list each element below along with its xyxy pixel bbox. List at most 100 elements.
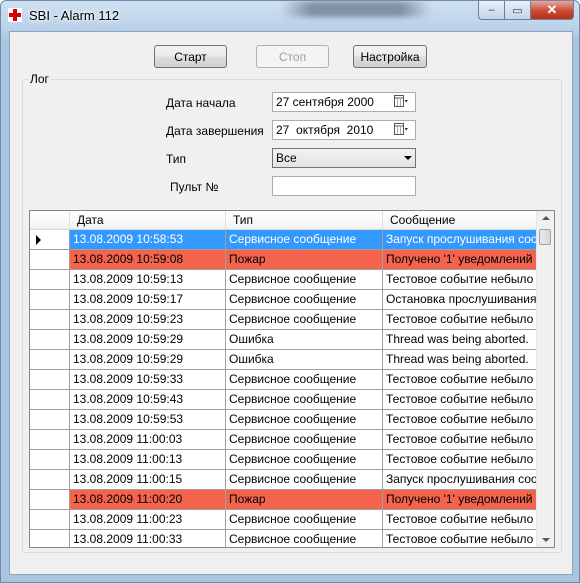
cell-type[interactable]: Ошибка — [226, 350, 383, 370]
calendar-dropdown-icon[interactable] — [390, 95, 412, 108]
row-header[interactable] — [30, 330, 70, 350]
table-row[interactable]: 13.08.2009 11:00:15 Сервисное сообщение За… — [30, 470, 537, 490]
cell-message[interactable]: Получено '1' уведомлений — [383, 490, 537, 510]
table-row[interactable]: 13.08.2009 11:00:23 Сервисное сообщение Те… — [30, 510, 537, 530]
cell-date[interactable]: 13.08.2009 11:00:13 — [70, 450, 226, 470]
scroll-up-icon[interactable] — [542, 216, 550, 220]
column-header-date[interactable]: Дата — [70, 211, 226, 229]
log-data-grid[interactable]: Дата Тип Сообщение 13.08.2009 10:58:53 Се… — [29, 210, 555, 548]
row-header[interactable] — [30, 290, 70, 310]
cell-message[interactable]: Тестовое событие небыло ... — [383, 430, 537, 450]
table-row[interactable]: 13.08.2009 10:59:29 Ошибка Thread was bein… — [30, 350, 537, 370]
cell-date[interactable]: 13.08.2009 11:00:33 — [70, 530, 226, 547]
column-header-message[interactable]: Сообщение — [383, 211, 537, 229]
table-row[interactable]: 13.08.2009 10:59:13 Сервисное сообщение Те… — [30, 270, 537, 290]
calendar-dropdown-icon[interactable] — [390, 123, 412, 136]
start-button[interactable]: Старт — [154, 45, 227, 68]
cell-date[interactable]: 13.08.2009 10:59:23 — [70, 310, 226, 330]
cell-type[interactable]: Сервисное сообщение — [226, 470, 383, 490]
cell-type[interactable]: Сервисное сообщение — [226, 530, 383, 547]
cell-message[interactable]: Thread was being aborted. — [383, 350, 537, 370]
row-header[interactable] — [30, 530, 70, 547]
row-header[interactable] — [30, 490, 70, 510]
title-bar[interactable]: SBI - Alarm 112 – ▭ ✕ — [1, 1, 579, 31]
cell-type[interactable]: Сервисное сообщение — [226, 290, 383, 310]
cell-date[interactable]: 13.08.2009 10:59:33 — [70, 370, 226, 390]
vertical-scrollbar[interactable] — [536, 211, 554, 547]
settings-button[interactable]: Настройка — [353, 45, 427, 68]
cell-date[interactable]: 13.08.2009 11:00:03 — [70, 430, 226, 450]
cell-date[interactable]: 13.08.2009 11:00:15 — [70, 470, 226, 490]
row-header[interactable] — [30, 450, 70, 470]
row-header[interactable] — [30, 270, 70, 290]
cell-message[interactable]: Запуск прослушивания соо... — [383, 230, 537, 250]
cell-type[interactable]: Сервисное сообщение — [226, 310, 383, 330]
row-header[interactable] — [30, 250, 70, 270]
row-header[interactable] — [30, 390, 70, 410]
cell-type[interactable]: Пожар — [226, 490, 383, 510]
row-header[interactable] — [30, 430, 70, 450]
row-header[interactable] — [30, 310, 70, 330]
cell-date[interactable]: 13.08.2009 11:00:20 — [70, 490, 226, 510]
cell-date[interactable]: 13.08.2009 10:59:08 — [70, 250, 226, 270]
stop-button[interactable]: Стоп — [256, 45, 329, 68]
cell-message[interactable]: Тестовое событие небыло ... — [383, 390, 537, 410]
table-row[interactable]: 13.08.2009 10:58:53 Сервисное сообщение За… — [30, 230, 537, 250]
row-header[interactable] — [30, 230, 70, 250]
cell-date[interactable]: 13.08.2009 10:58:53 — [70, 230, 226, 250]
cell-type[interactable]: Пожар — [226, 250, 383, 270]
maximize-button[interactable]: ▭ — [505, 1, 531, 20]
cell-message[interactable]: Тестовое событие небыло ... — [383, 530, 537, 547]
table-row[interactable]: 13.08.2009 10:59:53 Сервисное сообщение Те… — [30, 410, 537, 430]
row-header[interactable] — [30, 410, 70, 430]
cell-message[interactable]: Thread was being aborted. — [383, 330, 537, 350]
table-row[interactable]: 13.08.2009 10:59:08 Пожар Получено '1' уве… — [30, 250, 537, 270]
scroll-down-icon[interactable] — [542, 538, 550, 542]
row-header[interactable] — [30, 350, 70, 370]
minimize-button[interactable]: – — [478, 1, 505, 20]
cell-date[interactable]: 13.08.2009 10:59:13 — [70, 270, 226, 290]
cell-type[interactable]: Сервисное сообщение — [226, 370, 383, 390]
cell-type[interactable]: Сервисное сообщение — [226, 270, 383, 290]
cell-type[interactable]: Сервисное сообщение — [226, 510, 383, 530]
table-row[interactable]: 13.08.2009 10:59:17 Сервисное сообщение Ос… — [30, 290, 537, 310]
cell-message[interactable]: Получено '1' уведомлений — [383, 250, 537, 270]
end-date-picker[interactable]: 27 октября 2010 — [272, 120, 416, 140]
pult-number-input[interactable] — [272, 176, 416, 196]
cell-date[interactable]: 13.08.2009 10:59:29 — [70, 350, 226, 370]
row-header[interactable] — [30, 510, 70, 530]
type-select[interactable]: Все — [272, 148, 416, 168]
table-row[interactable]: 13.08.2009 10:59:23 Сервисное сообщение Те… — [30, 310, 537, 330]
start-date-picker[interactable]: 27 сентября 2000 — [272, 92, 416, 112]
cell-message[interactable]: Запуск прослушивания соо... — [383, 470, 537, 490]
table-row[interactable]: 13.08.2009 10:59:43 Сервисное сообщение Те… — [30, 390, 537, 410]
cell-message[interactable]: Тестовое событие небыло ... — [383, 450, 537, 470]
table-row[interactable]: 13.08.2009 11:00:33 Сервисное сообщение Те… — [30, 530, 537, 547]
cell-date[interactable]: 13.08.2009 10:59:29 — [70, 330, 226, 350]
scrollbar-thumb[interactable] — [539, 229, 551, 245]
close-button[interactable]: ✕ — [531, 1, 574, 20]
table-row[interactable]: 13.08.2009 11:00:03 Сервисное сообщение Те… — [30, 430, 537, 450]
cell-date[interactable]: 13.08.2009 10:59:17 — [70, 290, 226, 310]
cell-message[interactable]: Тестовое событие небыло ... — [383, 270, 537, 290]
cell-type[interactable]: Сервисное сообщение — [226, 430, 383, 450]
cell-date[interactable]: 13.08.2009 11:00:23 — [70, 510, 226, 530]
cell-type[interactable]: Сервисное сообщение — [226, 450, 383, 470]
table-row[interactable]: 13.08.2009 11:00:13 Сервисное сообщение Те… — [30, 450, 537, 470]
cell-type[interactable]: Ошибка — [226, 330, 383, 350]
cell-message[interactable]: Остановка прослушивания — [383, 290, 537, 310]
cell-message[interactable]: Тестовое событие небыло ... — [383, 510, 537, 530]
cell-type[interactable]: Сервисное сообщение — [226, 390, 383, 410]
cell-message[interactable]: Тестовое событие небыло ... — [383, 310, 537, 330]
row-header[interactable] — [30, 470, 70, 490]
cell-message[interactable]: Тестовое событие небыло ... — [383, 410, 537, 430]
row-header[interactable] — [30, 370, 70, 390]
cell-message[interactable]: Тестовое событие небыло ... — [383, 370, 537, 390]
cell-date[interactable]: 13.08.2009 10:59:53 — [70, 410, 226, 430]
cell-date[interactable]: 13.08.2009 10:59:43 — [70, 390, 226, 410]
column-header-type[interactable]: Тип — [226, 211, 383, 229]
cell-type[interactable]: Сервисное сообщение — [226, 410, 383, 430]
table-row[interactable]: 13.08.2009 10:59:29 Ошибка Thread was bein… — [30, 330, 537, 350]
table-row[interactable]: 13.08.2009 11:00:20 Пожар Получено '1' уве… — [30, 490, 537, 510]
cell-type[interactable]: Сервисное сообщение — [226, 230, 383, 250]
